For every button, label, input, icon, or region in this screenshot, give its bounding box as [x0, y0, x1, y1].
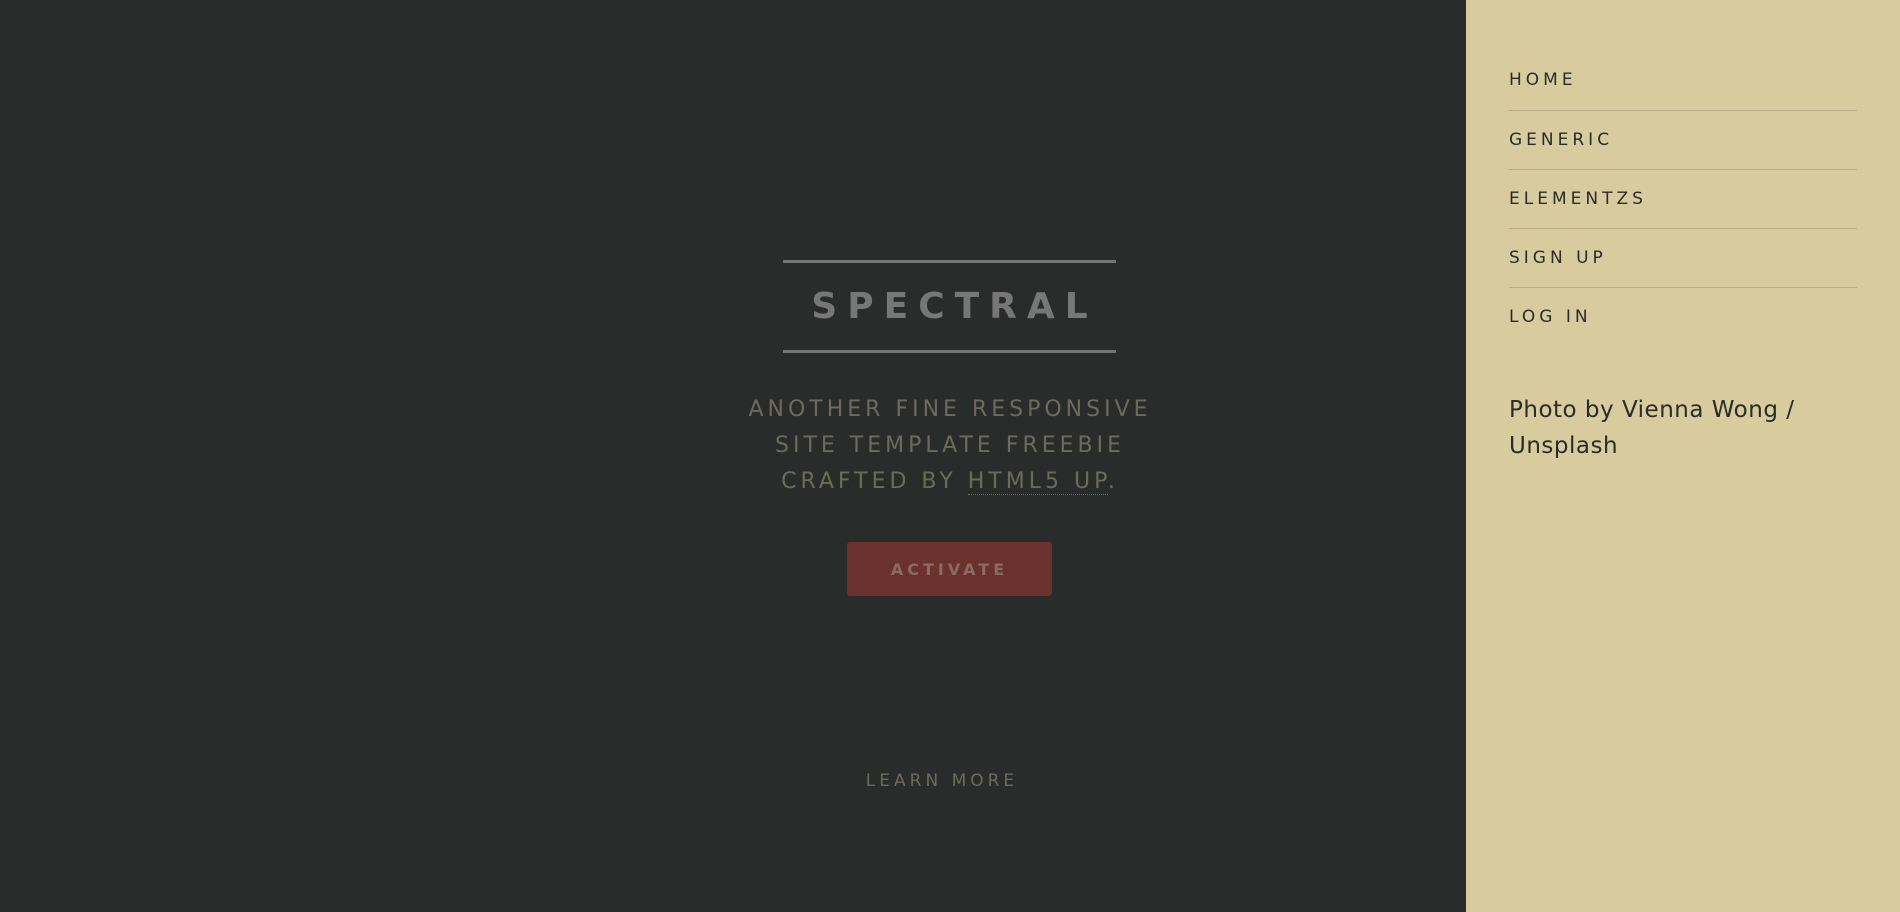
learn-more-link[interactable]: LEARN MORE: [842, 771, 1042, 791]
site-title: SPECTRAL: [811, 286, 1098, 327]
nav-item-elementzs[interactable]: ELEMENTZS: [1509, 169, 1857, 228]
tagline: ANOTHER FINE RESPONSIVE SITE TEMPLATE FR…: [700, 392, 1200, 500]
sidebar-menu: HOME GENERIC ELEMENTZS SIGN UP LOG IN Ph…: [1466, 0, 1900, 912]
tagline-prefix: CRAFTED BY: [781, 469, 968, 494]
main-banner: SPECTRAL ANOTHER FINE RESPONSIVE SITE TE…: [0, 0, 1466, 912]
title-frame: SPECTRAL: [783, 260, 1116, 353]
nav-item-log-in[interactable]: LOG IN: [1509, 287, 1857, 346]
sidebar-nav: HOME GENERIC ELEMENTZS SIGN UP LOG IN: [1509, 60, 1857, 346]
html5up-link[interactable]: HTML5 UP: [967, 469, 1108, 495]
tagline-line-1: ANOTHER FINE RESPONSIVE: [748, 397, 1152, 422]
page: SPECTRAL ANOTHER FINE RESPONSIVE SITE TE…: [0, 0, 1900, 912]
nav-item-generic[interactable]: GENERIC: [1509, 110, 1857, 169]
tagline-suffix: .: [1107, 469, 1119, 494]
photo-credit: Photo by Vienna Wong / Unsplash: [1509, 397, 1795, 459]
tagline-line-2: SITE TEMPLATE FREEBIE: [774, 433, 1126, 458]
activate-button[interactable]: ACTIVATE: [847, 542, 1052, 596]
tagline-line-3: CRAFTED BY HTML5 UP.: [700, 464, 1200, 500]
nav-item-sign-up[interactable]: SIGN UP: [1509, 228, 1857, 287]
nav-item-home[interactable]: HOME: [1509, 60, 1857, 110]
